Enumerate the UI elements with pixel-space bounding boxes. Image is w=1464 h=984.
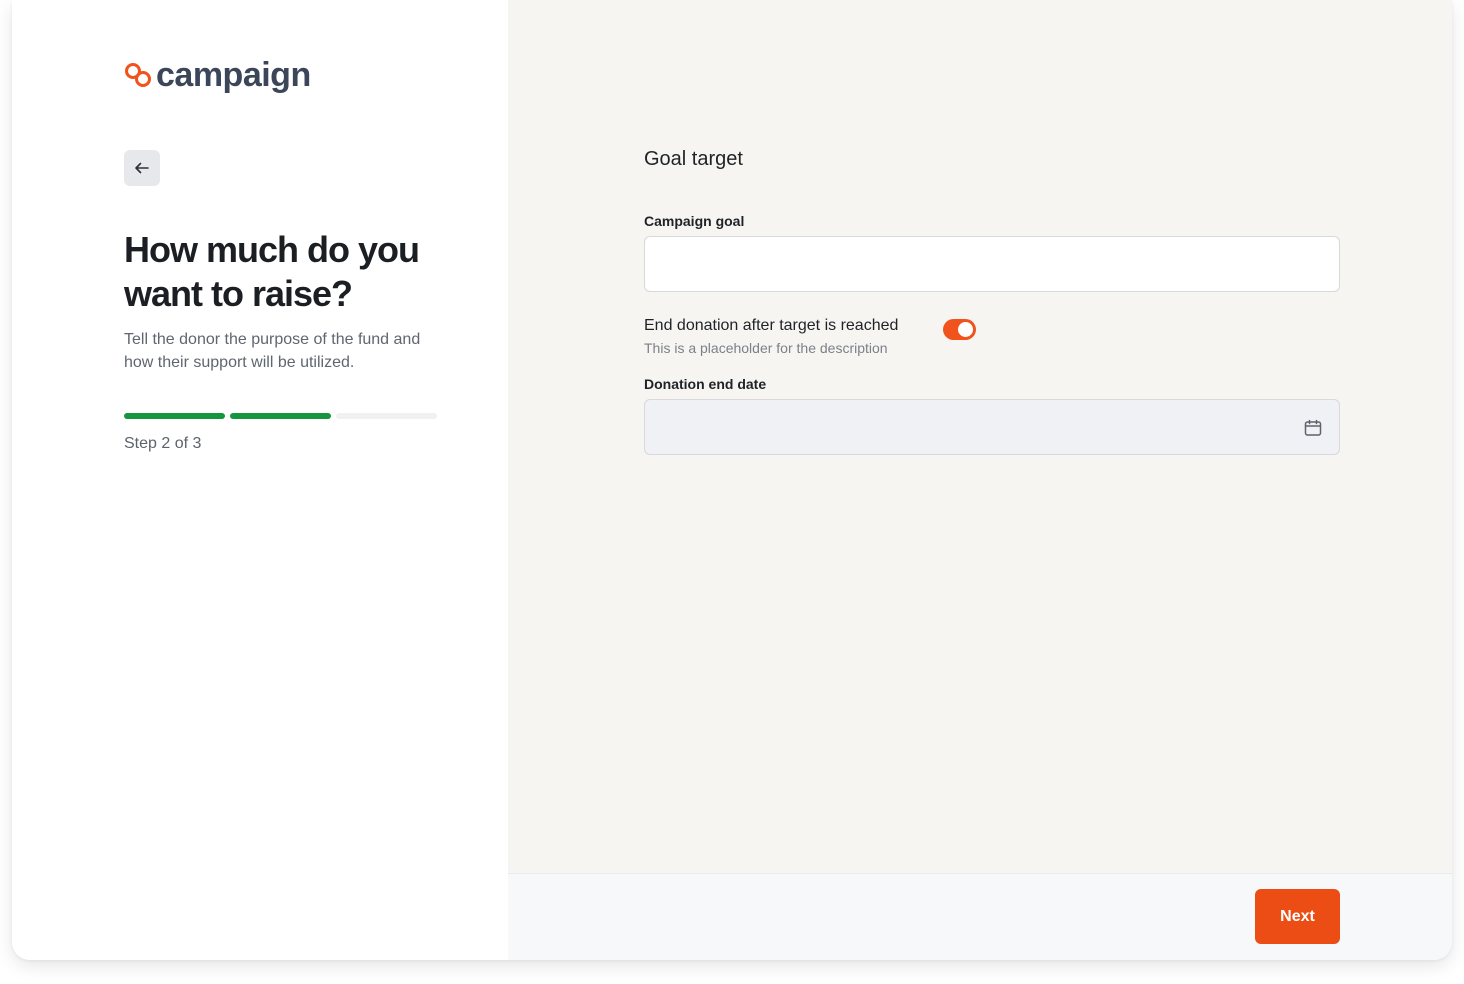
campaign-goal-input[interactable]	[644, 236, 1340, 292]
right-panel: Goal target Campaign goal End donation a…	[508, 0, 1452, 960]
brand-logo: campaign	[123, 56, 311, 94]
left-panel: campaign How much do you want to raise? …	[12, 0, 508, 960]
campaign-goal-label: Campaign goal	[644, 213, 745, 229]
end-donation-toggle-description: This is a placeholder for the descriptio…	[644, 340, 888, 356]
page-title: How much do you want to raise?	[124, 229, 420, 314]
progress-segment-3	[336, 413, 437, 419]
logo-mark-icon	[125, 63, 151, 87]
section-title: Goal target	[644, 148, 743, 170]
page-description: Tell the donor the purpose of the fund a…	[124, 331, 421, 371]
progress-segment-1	[124, 413, 225, 419]
end-donation-toggle[interactable]	[943, 319, 976, 340]
form-footer: Next	[508, 873, 1452, 960]
next-button[interactable]: Next	[1255, 889, 1340, 944]
donation-end-date-label: Donation end date	[644, 376, 767, 392]
back-button[interactable]	[124, 150, 160, 186]
step-progress	[124, 413, 437, 419]
toggle-knob	[958, 322, 973, 337]
end-donation-toggle-label: End donation after target is reached	[644, 317, 899, 334]
brand-name: campaign	[156, 56, 311, 94]
arrow-left-icon	[135, 162, 149, 174]
calendar-icon[interactable]	[1303, 418, 1323, 438]
donation-end-date-field	[644, 399, 1340, 455]
donation-end-date-input[interactable]	[645, 400, 1285, 454]
progress-segment-2	[230, 413, 331, 419]
app-window: campaign How much do you want to raise? …	[12, 0, 1452, 960]
step-indicator: Step 2 of 3	[124, 435, 202, 452]
